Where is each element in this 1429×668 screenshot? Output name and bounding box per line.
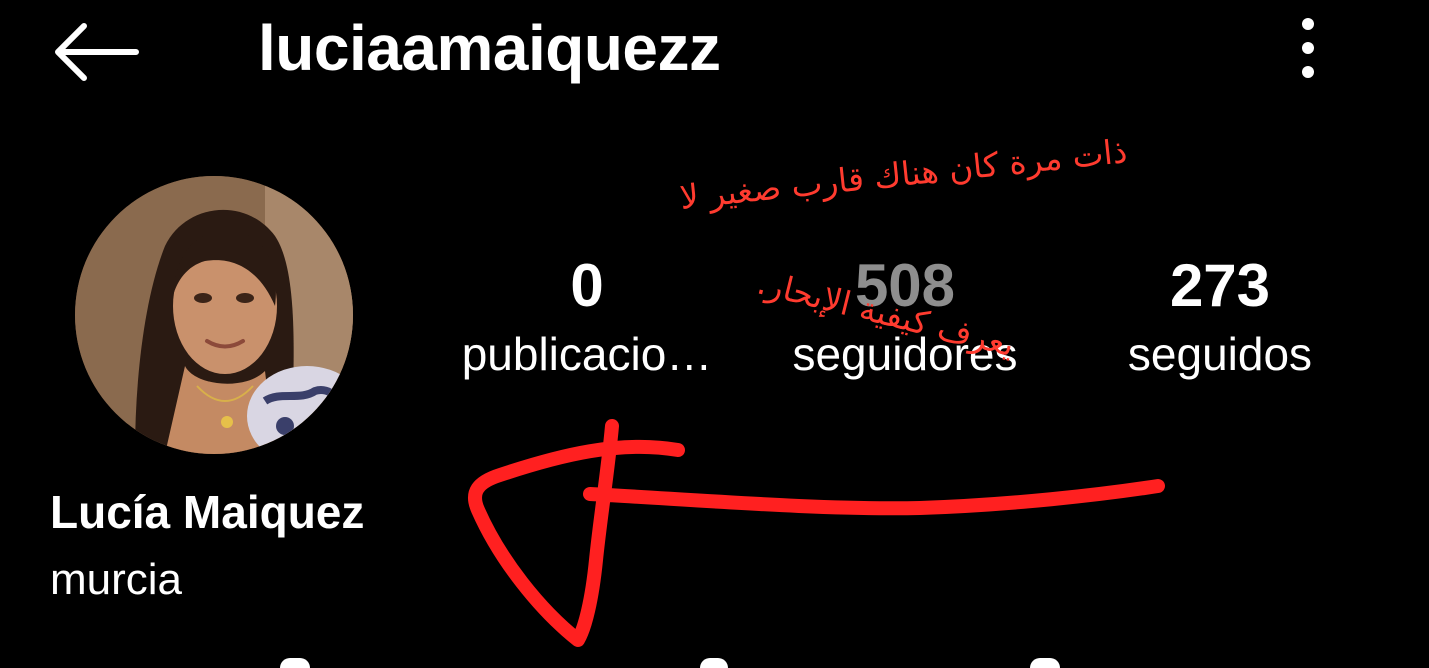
- top-bar: luciaamaiquezz: [0, 0, 1429, 110]
- profile-bio: murcia: [50, 555, 183, 604]
- back-button[interactable]: [40, 12, 150, 92]
- more-options-button[interactable]: [1278, 8, 1338, 88]
- more-vertical-icon: [1302, 18, 1314, 78]
- arrow-left-icon: [55, 23, 139, 81]
- following-label: seguidos: [1127, 328, 1313, 380]
- posts-label: publicacio…: [461, 328, 713, 380]
- posts-count: 0: [570, 252, 604, 319]
- annotation-text-line-1: ذات مرة كان هناك قارب صغير لا: [677, 131, 1129, 217]
- profile-full-name: Lucía Maiquez: [50, 486, 365, 538]
- avatar[interactable]: [75, 176, 353, 454]
- stat-posts[interactable]: 0 publicacio…: [447, 248, 727, 384]
- profile-username: luciaamaiquezz: [258, 12, 721, 84]
- following-count: 273: [1169, 252, 1271, 319]
- bio-cut-off-text: [0, 650, 1429, 668]
- profile-photo: [75, 176, 353, 454]
- stat-following[interactable]: 273 seguidos: [1110, 248, 1330, 384]
